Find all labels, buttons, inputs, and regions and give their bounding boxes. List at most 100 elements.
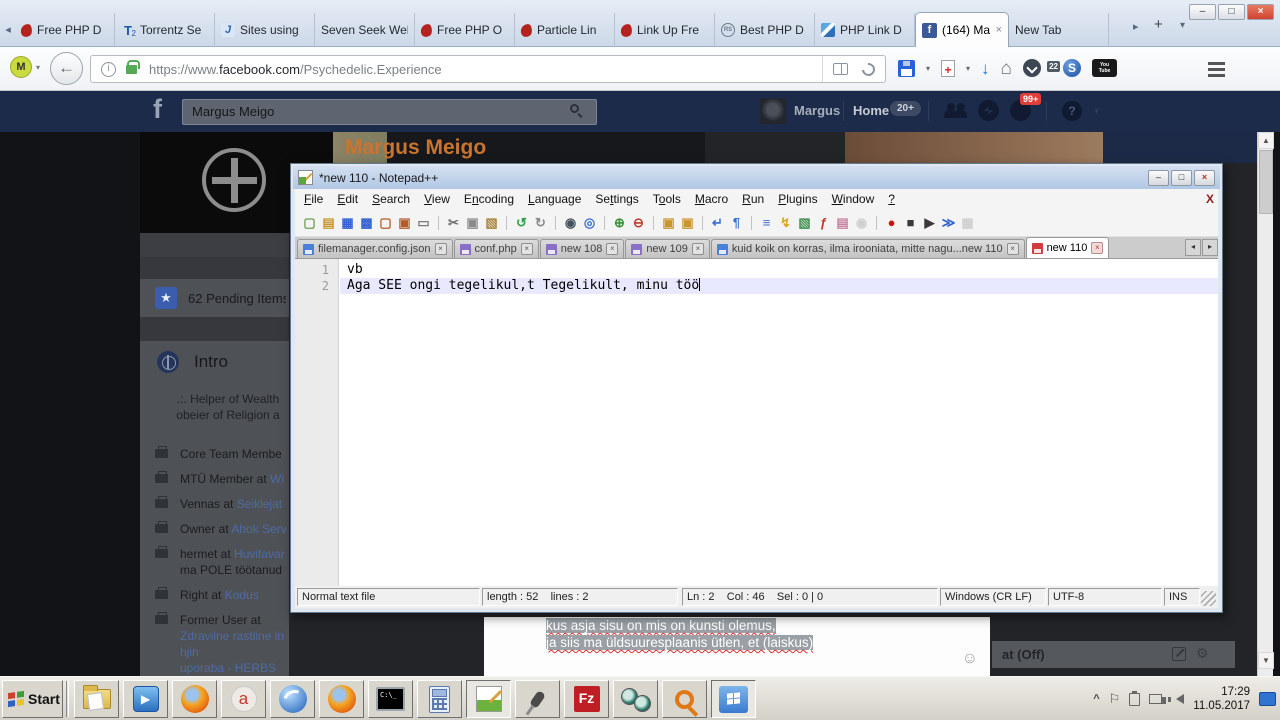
taskbar-explorer[interactable]	[74, 680, 119, 718]
copy-icon[interactable]: ▣	[463, 214, 482, 232]
show-all-characters-icon[interactable]: ¶	[727, 214, 746, 232]
clipboard-tray-icon[interactable]	[1129, 693, 1140, 706]
editor-line[interactable]: vb	[340, 262, 1218, 278]
menu-search[interactable]: Search	[365, 192, 417, 206]
save-caret-icon[interactable]: ▾	[926, 64, 930, 73]
shortcut-mapper-icon[interactable]: ↯	[776, 214, 795, 232]
clock[interactable]: 17:29 11.05.2017	[1193, 685, 1250, 713]
tab-scroll-right-icon[interactable]: ▸	[1202, 239, 1218, 256]
tab-php-link-d[interactable]: PHP Link D	[815, 13, 915, 47]
print-icon[interactable]: ▭	[414, 214, 433, 232]
taskbar-media-player[interactable]	[123, 680, 168, 718]
scrollbar-thumb[interactable]	[1259, 150, 1273, 214]
taskbar-magnifier[interactable]	[662, 680, 707, 718]
resize-grip[interactable]	[1201, 591, 1216, 606]
tab-close-icon[interactable]: ×	[435, 243, 447, 255]
home-icon[interactable]: ⌂	[1001, 59, 1012, 78]
extension-caret-icon[interactable]: ▾	[36, 63, 40, 72]
document-map-icon[interactable]: ▧	[795, 214, 814, 232]
tab-scroll-right-icon[interactable]: ▸	[1133, 20, 1139, 33]
tab-best-php-d[interactable]: Best PHP D	[715, 13, 815, 47]
tab-close-icon[interactable]: ×	[1007, 243, 1019, 255]
macro-stop-icon[interactable]: ■	[901, 214, 920, 232]
tab-seven-seek[interactable]: Seven Seek Wel	[315, 13, 415, 47]
emoji-icon[interactable]: ☺	[962, 650, 978, 668]
tab-torrentz[interactable]: Torrentz Se	[115, 13, 215, 47]
menu-run[interactable]: Run	[735, 192, 771, 206]
editor-area[interactable]: 12 vbAga SEE ongi tegelikul,t Tegelikult…	[295, 259, 1218, 586]
taskbar-search-eyes[interactable]	[613, 680, 658, 718]
undo-icon[interactable]: ↺	[512, 214, 531, 232]
taskbar-filezilla[interactable]	[564, 680, 609, 718]
menu-plugins[interactable]: Plugins	[771, 192, 824, 206]
menu-hamburger-icon[interactable]	[1208, 62, 1225, 65]
avatar[interactable]	[760, 98, 786, 124]
s-extension-icon[interactable]: S	[1063, 59, 1081, 77]
status-encoding[interactable]: UTF-8	[1048, 588, 1162, 606]
menu-encoding[interactable]: Encoding	[457, 192, 521, 206]
chat-input-box[interactable]: kus asja sisu on mis on kunsti olemus,ja…	[484, 617, 990, 676]
display-tray-icon[interactable]	[1259, 692, 1276, 706]
home-link[interactable]: Home	[853, 103, 889, 118]
menu-view[interactable]: View	[417, 192, 457, 206]
tab-free-php-d[interactable]: Free PHP D	[15, 13, 115, 47]
close-file-icon[interactable]: ▢	[376, 214, 395, 232]
macro-save-icon[interactable]: ▦	[958, 214, 977, 232]
network-tray-icon[interactable]	[1149, 694, 1162, 704]
gear-icon[interactable]: ⚙	[1196, 645, 1209, 662]
facebook-search-input[interactable]: Margus Meigo	[182, 99, 597, 125]
macro-record-icon[interactable]: ●	[882, 214, 901, 232]
add-page-icon[interactable]	[941, 60, 955, 77]
url-bar[interactable]: i https://www.facebook.com/Psychedelic.E…	[90, 55, 886, 83]
menu-language[interactable]: Language	[521, 192, 588, 206]
taskbar-windows-update[interactable]	[711, 680, 756, 718]
messenger-icon[interactable]	[978, 100, 999, 121]
back-button[interactable]: ←	[50, 52, 83, 85]
doc-tab-conf-php[interactable]: conf.php ×	[454, 239, 539, 258]
zoom-out-icon[interactable]: ⊖	[629, 214, 648, 232]
tab-scroll-left-icon[interactable]: ◂	[1185, 239, 1201, 256]
save-file-icon[interactable]: ▦	[338, 214, 357, 232]
status-eol-format[interactable]: Windows (CR LF)	[940, 588, 1046, 606]
reader-mode-icon[interactable]	[833, 63, 848, 75]
tray-expand-icon[interactable]: ^	[1093, 693, 1099, 705]
pocket-icon[interactable]	[1023, 59, 1041, 77]
scroll-up-icon[interactable]: ▲	[1258, 132, 1274, 149]
paste-icon[interactable]: ▧	[482, 214, 501, 232]
word-wrap-icon[interactable]: ↵	[708, 214, 727, 232]
tab-link-up-fre[interactable]: Link Up Fre	[615, 13, 715, 47]
https-lock-icon[interactable]	[126, 65, 137, 74]
tab-scroll-left-icon[interactable]: ◂	[1, 18, 15, 42]
status-insert-mode[interactable]: INS	[1164, 588, 1200, 606]
tab-close-icon[interactable]: ×	[692, 243, 704, 255]
menu-window[interactable]: Window	[825, 192, 882, 206]
tab-free-php-o[interactable]: Free PHP O	[415, 13, 515, 47]
extension-m-icon[interactable]: M	[10, 56, 32, 78]
taskbar-command-prompt[interactable]	[368, 680, 413, 718]
zoom-in-icon[interactable]: ⊕	[610, 214, 629, 232]
about-link[interactable]: Wi	[270, 472, 284, 486]
maximize-button[interactable]: □	[1171, 170, 1192, 186]
account-caret-icon[interactable]: ▾	[1094, 106, 1099, 117]
add-page-caret-icon[interactable]: ▾	[966, 64, 970, 73]
doc-tab-new-108[interactable]: new 108 ×	[540, 239, 625, 258]
compose-icon[interactable]	[1172, 647, 1186, 661]
tab-close-icon[interactable]: ×	[996, 24, 1002, 36]
scroll-down-icon[interactable]: ▼	[1258, 652, 1274, 669]
facebook-logo[interactable]: f	[153, 94, 162, 125]
open-file-icon[interactable]: ▤	[319, 214, 338, 232]
doc-tab-filemanager-config[interactable]: filemanager.config.json ×	[297, 239, 453, 258]
tab-close-icon[interactable]: ×	[521, 243, 533, 255]
search-icon[interactable]	[570, 104, 579, 113]
monitoring-icon[interactable]: ◉	[852, 214, 871, 232]
save-all-icon[interactable]: ▩	[357, 214, 376, 232]
replace-icon[interactable]: ◎	[580, 214, 599, 232]
menu-help[interactable]: ?	[881, 192, 902, 206]
tab-close-icon[interactable]: ×	[1091, 242, 1103, 254]
tab-facebook[interactable]: (164) Ma ×	[915, 12, 1009, 47]
menu-settings[interactable]: Settings	[588, 192, 645, 206]
doc-tab-kuid[interactable]: kuid koik on korras, ilma irooniata, mit…	[711, 239, 1025, 258]
function-list-icon[interactable]: ƒ	[814, 214, 833, 232]
page-scrollbar[interactable]: ▲ ▼	[1257, 132, 1273, 676]
taskbar-firefox-2[interactable]	[319, 680, 364, 718]
